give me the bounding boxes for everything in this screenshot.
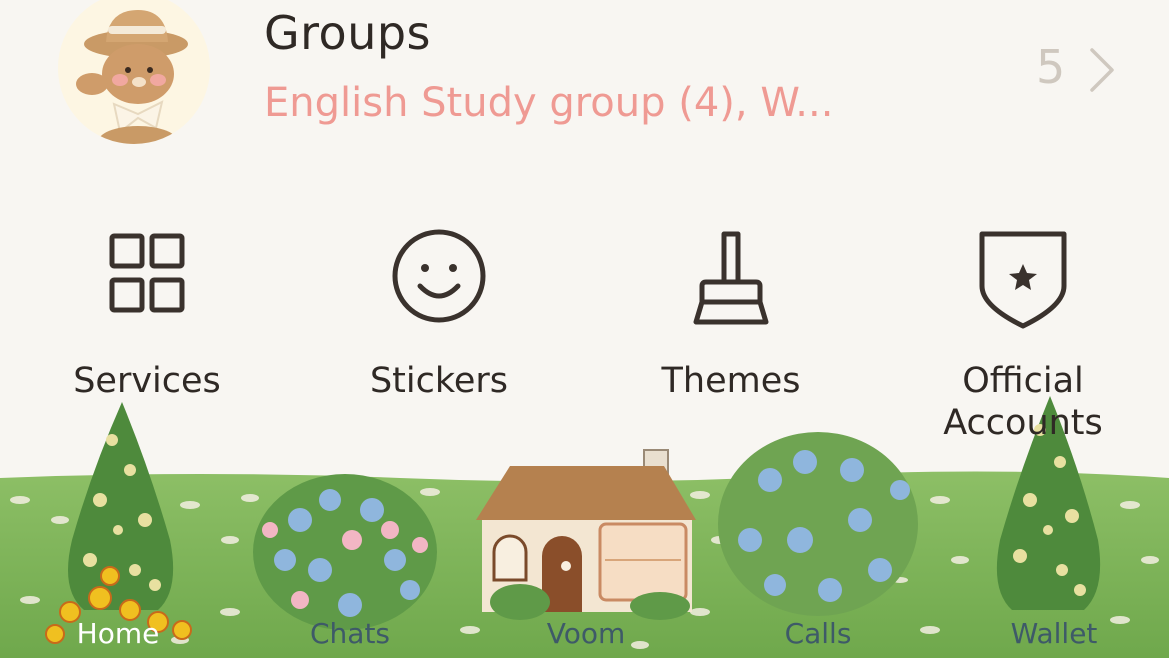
groups-row[interactable]: Groups English Study group (4), W... 5 — [0, 0, 1169, 175]
services-label: Services — [73, 361, 221, 401]
grid-icon — [109, 233, 185, 313]
tab-wallet[interactable]: Wallet — [984, 608, 1124, 658]
groups-title: Groups — [264, 6, 432, 60]
official-accounts-label: Official Accounts — [943, 361, 1103, 443]
themes-shortcut[interactable]: Themes — [626, 222, 836, 442]
themes-label: Themes — [661, 361, 801, 401]
smiley-icon — [392, 229, 486, 323]
stickers-label: Stickers — [369, 361, 509, 401]
tab-chats[interactable]: Chats — [280, 608, 420, 658]
bottom-tab-bar: Home Chats Voom Calls Wallet — [0, 608, 1169, 658]
groups-count: 5 — [1036, 40, 1066, 94]
shield-star-icon — [979, 231, 1067, 329]
home-screen: Groups English Study group (4), W... 5 S… — [0, 0, 1169, 658]
groups-subtitle: English Study group (4), W... — [264, 80, 834, 126]
chevron-right-icon — [1090, 48, 1114, 92]
tab-voom[interactable]: Voom — [516, 608, 656, 658]
stickers-shortcut[interactable]: Stickers — [334, 222, 544, 442]
tab-home[interactable]: Home — [48, 608, 188, 658]
group-avatar — [58, 0, 210, 144]
tab-calls[interactable]: Calls — [748, 608, 888, 658]
official-accounts-shortcut[interactable]: Official Accounts — [918, 222, 1128, 443]
brush-icon — [693, 231, 769, 325]
services-shortcut[interactable]: Services — [42, 222, 252, 442]
